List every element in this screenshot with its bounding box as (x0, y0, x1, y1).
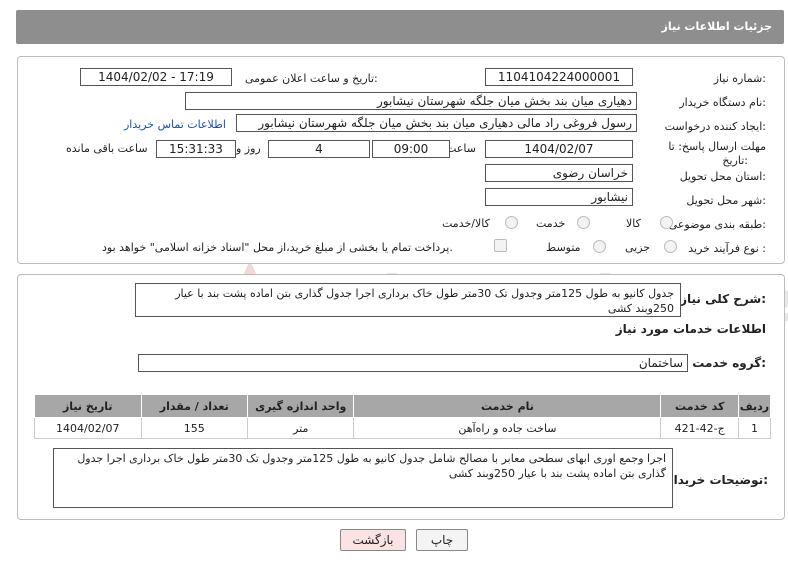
process-radio-medium[interactable] (593, 240, 606, 253)
buyer-field[interactable]: دهیاری میان بند بخش میان جلگه شهرستان نی… (185, 92, 637, 110)
service-group-field[interactable]: ساختمان (138, 354, 688, 372)
province-field[interactable]: خراسان رضوی (485, 164, 633, 182)
summary-field[interactable]: جدول کانیو به طول 125متر وجدول تک 30متر … (135, 283, 681, 317)
province-label: استان محل تحویل: (679, 170, 766, 183)
cell-qty: 155 (140, 417, 248, 439)
days-label: روز و (236, 142, 261, 155)
services-table: ردیف کد خدمت نام خدمت واحد اندازه گیری ت… (34, 394, 772, 439)
category-option-service: خدمت (536, 217, 566, 230)
deadline-date-field[interactable]: 1404/02/07 (485, 140, 633, 158)
buyer-notes-label: توضیحات خریدار: (666, 473, 768, 487)
deadline-date-label: تاریخ: (722, 154, 748, 167)
cell-date: 1404/02/07 (34, 417, 142, 439)
remaining-label: ساعت باقی مانده (66, 142, 148, 155)
table-row[interactable]: 1 ج-42-421 ساخت جاده و راه‌آهن متر 155 1… (34, 417, 772, 439)
col-date-header: تاریخ نیاز (34, 394, 142, 418)
process-label: نوع فرآیند خرید : (688, 242, 766, 255)
category-option-goods-service: کالا/خدمت (442, 217, 490, 230)
creator-field[interactable]: رسول فروغی راد مالی دهیاری میان بند بخش … (236, 114, 637, 132)
process-radio-minor[interactable] (664, 240, 677, 253)
category-label: طبقه بندی موضوعی: (668, 218, 766, 231)
summary-label: شرح کلی نیاز: (680, 292, 766, 306)
deadline-time-label: ساعت (446, 142, 476, 155)
announce-field[interactable]: 1404/02/02 - 17:19 (80, 68, 232, 86)
buyer-notes-field[interactable]: اجرا وجمع اوری ابهای سطحی معابر با مصالح… (53, 448, 673, 508)
col-code-header: کد خدمت (660, 394, 739, 418)
back-button[interactable]: بازگشت (340, 529, 406, 551)
category-radio-goods-service[interactable] (505, 216, 518, 229)
service-group-label: گروه خدمت: (692, 356, 766, 370)
cell-unit: متر (246, 417, 355, 439)
print-button[interactable]: چاپ (416, 529, 468, 551)
announce-label: تاریخ و ساعت اعلان عمومی: (245, 72, 378, 85)
treasury-note: پرداخت تمام یا بخشی از مبلغ خرید،از محل … (102, 241, 453, 254)
process-option-medium: متوسط (546, 241, 581, 254)
treasury-checkbox[interactable] (494, 239, 507, 252)
page-title: جزئیات اطلاعات نیاز (661, 20, 773, 33)
col-row-header: ردیف (737, 394, 772, 418)
city-field[interactable]: نیشابور (485, 188, 633, 206)
process-option-minor: جزیی (625, 241, 651, 254)
buyer-contact-link[interactable]: اطلاعات تماس خریدار (124, 118, 226, 131)
col-name-header: نام خدمت (353, 394, 662, 418)
creator-label: ایجاد کننده درخواست: (664, 120, 766, 133)
cell-name: ساخت جاده و راه‌آهن (353, 417, 662, 439)
deadline-label: مهلت ارسال پاسخ: تا (668, 140, 766, 153)
cell-row: 1 (737, 417, 772, 439)
col-unit-header: واحد اندازه گیری (246, 394, 355, 418)
category-radio-service[interactable] (577, 216, 590, 229)
remaining-time-field[interactable]: 15:31:33 (156, 140, 236, 158)
days-field[interactable]: 4 (268, 140, 370, 158)
page-header: جزئیات اطلاعات نیاز (16, 10, 784, 44)
col-qty-header: تعداد / مقدار (140, 394, 248, 418)
city-label: شهر محل تحویل: (686, 194, 766, 207)
need-details-panel (17, 56, 785, 264)
need-number-label: شماره نیاز: (713, 72, 766, 85)
category-option-goods: کالا (626, 217, 641, 230)
buyer-label: نام دستگاه خریدار: (679, 96, 766, 109)
deadline-time-field[interactable]: 09:00 (372, 140, 450, 158)
services-section-title: اطلاعات خدمات مورد نیاز (615, 322, 766, 336)
category-radio-goods[interactable] (660, 216, 673, 229)
need-number-field[interactable]: 1104104224000001 (485, 68, 633, 86)
cell-code: ج-42-421 (660, 417, 739, 439)
